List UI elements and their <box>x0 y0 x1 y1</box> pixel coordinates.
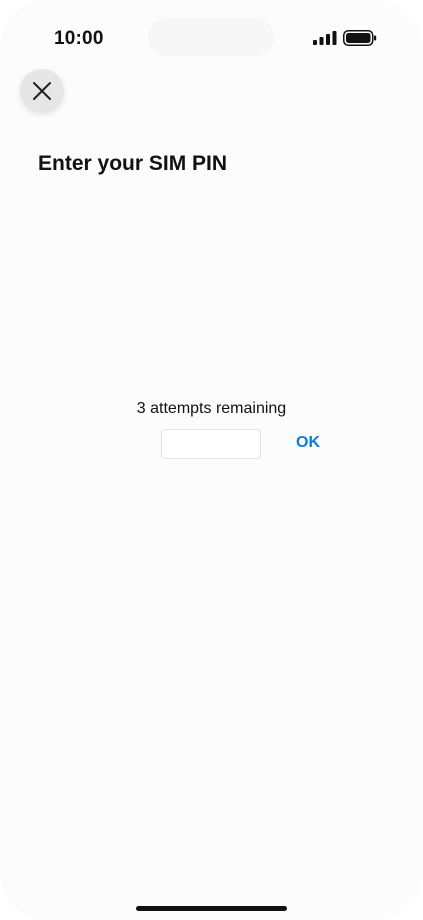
home-indicator <box>136 906 287 911</box>
page-title: Enter your SIM PIN <box>38 152 228 175</box>
ok-button[interactable]: OK <box>296 434 320 452</box>
attempts-remaining-label: 3 attempts remaining <box>136 400 287 417</box>
phone-screen: 10:00 Enter your SIM PIN 3 attempts rema… <box>0 0 423 920</box>
cellular-signal-icon <box>313 31 337 45</box>
status-time: 10:00 <box>54 28 104 49</box>
close-button[interactable] <box>20 69 64 113</box>
dynamic-island <box>148 18 274 56</box>
sim-pin-input[interactable] <box>161 429 261 459</box>
close-icon <box>33 82 51 100</box>
battery-full-icon <box>343 30 377 46</box>
